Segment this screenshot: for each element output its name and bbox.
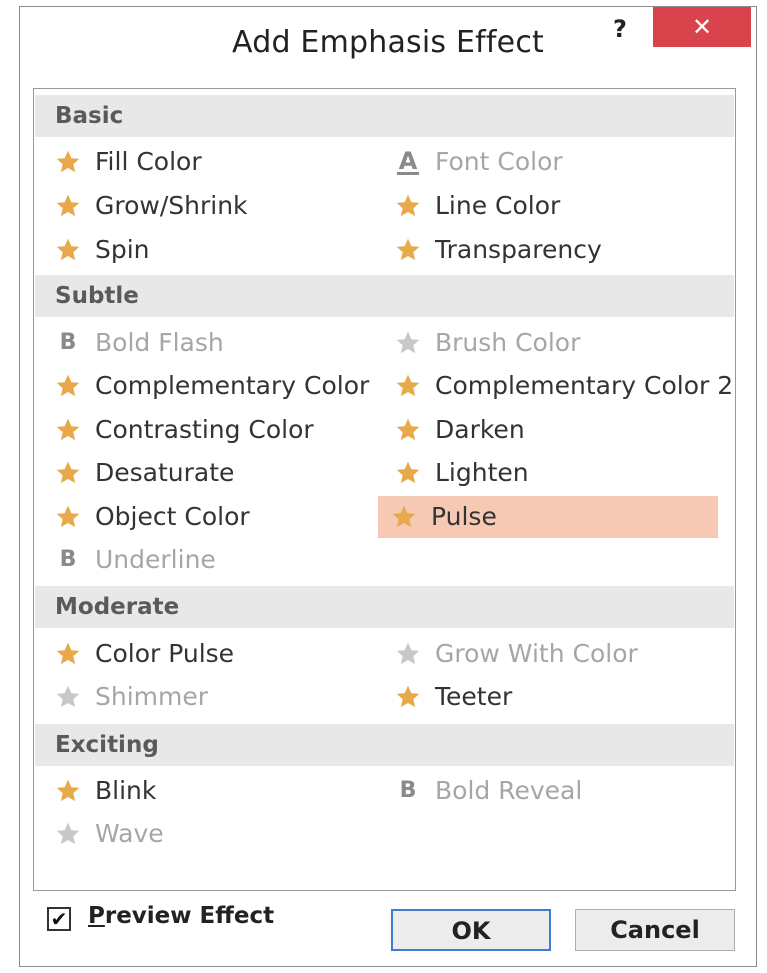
effect-desaturate[interactable]: Desaturate — [42, 452, 382, 494]
bold-b-icon: B — [399, 778, 417, 803]
cancel-button[interactable]: Cancel — [575, 909, 735, 951]
effect-lighten[interactable]: Lighten — [382, 452, 722, 494]
bold-b-icon: B — [59, 547, 77, 572]
preview-effect-label[interactable]: Preview Effect — [88, 903, 274, 929]
star-icon — [395, 684, 421, 710]
effect-shimmer: Shimmer — [42, 676, 382, 718]
effects-list: Basic Fill Color A Font Color Grow/Shrink… — [33, 88, 736, 891]
star-icon — [55, 460, 81, 486]
effect-bold-reveal: B Bold Reveal — [382, 770, 722, 812]
star-icon — [395, 193, 421, 219]
effect-complementary-color[interactable]: Complementary Color — [42, 365, 382, 407]
effect-brush-color: Brush Color — [382, 322, 722, 364]
effect-contrasting-color[interactable]: Contrasting Color — [42, 409, 382, 451]
star-icon — [395, 460, 421, 486]
effect-font-color: A Font Color — [382, 141, 722, 183]
category-moderate: Moderate — [35, 586, 734, 628]
star-icon — [391, 504, 417, 530]
effect-darken[interactable]: Darken — [382, 409, 722, 451]
category-subtle: Subtle — [35, 275, 734, 317]
category-basic: Basic — [35, 95, 734, 137]
effect-color-pulse[interactable]: Color Pulse — [42, 633, 382, 675]
star-icon — [395, 237, 421, 263]
star-icon — [55, 237, 81, 263]
star-icon — [395, 373, 421, 399]
star-icon — [395, 417, 421, 443]
effect-line-color[interactable]: Line Color — [382, 185, 722, 227]
effect-bold-flash: B Bold Flash — [42, 322, 382, 364]
category-exciting: Exciting — [35, 724, 734, 766]
effect-object-color[interactable]: Object Color — [42, 496, 382, 538]
star-icon — [55, 504, 81, 530]
effect-grow-shrink[interactable]: Grow/Shrink — [42, 185, 382, 227]
effect-pulse[interactable]: Pulse — [378, 496, 718, 538]
effect-spin[interactable]: Spin — [42, 229, 382, 271]
font-a-icon: A — [396, 147, 420, 175]
close-button[interactable]: ✕ — [653, 7, 751, 47]
effect-complementary-color-2[interactable]: Complementary Color 2 — [382, 365, 733, 407]
star-icon — [55, 149, 81, 175]
star-icon — [55, 778, 81, 804]
effect-teeter[interactable]: Teeter — [382, 676, 722, 718]
effect-underline: B Underline — [42, 539, 382, 581]
effect-wave: Wave — [42, 813, 382, 855]
checkmark-icon: ✔ — [50, 907, 68, 931]
star-icon — [55, 193, 81, 219]
preview-effect-checkbox[interactable]: ✔ — [47, 907, 71, 931]
star-icon — [395, 641, 421, 667]
effect-blink[interactable]: Blink — [42, 770, 382, 812]
dialog-footer: ✔ Preview Effect OK Cancel — [20, 891, 756, 967]
star-icon — [55, 821, 81, 847]
help-button[interactable]: ? — [613, 15, 627, 43]
star-icon — [395, 330, 421, 356]
add-emphasis-effect-dialog: Add Emphasis Effect ? ✕ Basic Fill Color… — [19, 6, 757, 967]
star-icon — [55, 641, 81, 667]
dialog-title: Add Emphasis Effect — [232, 25, 544, 60]
ok-button[interactable]: OK — [391, 909, 551, 951]
effect-fill-color[interactable]: Fill Color — [42, 141, 382, 183]
star-icon — [55, 373, 81, 399]
effect-transparency[interactable]: Transparency — [382, 229, 722, 271]
effect-grow-with-color: Grow With Color — [382, 633, 722, 675]
title-bar: Add Emphasis Effect ? ✕ — [20, 7, 756, 75]
star-icon — [55, 684, 81, 710]
star-icon — [55, 417, 81, 443]
bold-b-icon: B — [59, 330, 77, 355]
